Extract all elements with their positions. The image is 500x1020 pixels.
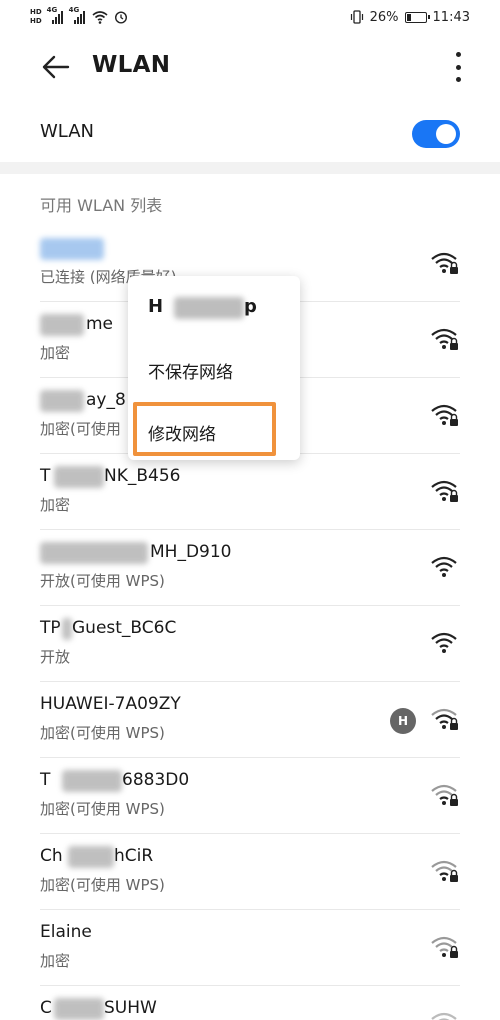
network-name-suffix: Guest_BC6C	[72, 618, 177, 638]
network-item[interactable]: TP Guest_BC6C 开放	[0, 606, 500, 682]
network-status: 加密(可使用	[40, 420, 121, 438]
more-dot-icon	[455, 64, 461, 70]
network-item[interactable]: C SUHW	[0, 986, 500, 1020]
wifi-lock-icon	[431, 784, 458, 806]
network-status: 加密(可使用 WPS)	[40, 876, 165, 894]
page-title: WLAN	[92, 52, 171, 78]
network-item[interactable]: Elaine 加密	[0, 910, 500, 986]
network-name-suffix: NK_B456	[104, 466, 181, 486]
forget-network-item[interactable]: 不保存网络	[148, 358, 233, 383]
back-arrow-icon	[42, 55, 70, 79]
network-name-prefix: C	[40, 998, 52, 1018]
network-name: me	[86, 314, 114, 334]
wifi-lock-icon	[431, 708, 458, 730]
network-item[interactable]: HUAWEI-7A09ZY 加密(可使用 WPS) H	[0, 682, 500, 758]
menu-header-suffix: p	[244, 296, 257, 317]
network-name-prefix: T	[40, 466, 51, 486]
network-name-prefix: Ch	[40, 846, 63, 866]
status-right: 26% 11:43	[350, 5, 470, 29]
wifi-lock-icon	[431, 936, 458, 958]
available-networks-title: 可用 WLAN 列表	[40, 196, 163, 215]
wlan-toggle-row[interactable]: WLAN	[0, 104, 500, 162]
network-item[interactable]: MH_D910 开放(可使用 WPS)	[0, 530, 500, 606]
network-item[interactable]: T NK_B456 加密	[0, 454, 500, 530]
wifi-lock-icon	[431, 480, 458, 502]
wlan-switch[interactable]	[412, 120, 460, 148]
modify-network-highlight	[133, 402, 276, 456]
wifi-status-icon	[92, 11, 108, 24]
network-status: 开放(可使用 WPS)	[40, 572, 165, 590]
network-status: 加密	[40, 344, 71, 362]
network-name: MH_D910	[150, 542, 232, 562]
network-status: 开放	[40, 648, 71, 666]
network-name-suffix: 6883D0	[122, 770, 190, 790]
wifi-lock-icon	[431, 860, 458, 882]
network-name-prefix: TP	[40, 618, 61, 638]
redacted-name	[40, 542, 148, 564]
redacted-name	[54, 998, 104, 1020]
hd-indicator: HD HD	[30, 8, 42, 25]
switch-knob	[436, 124, 456, 144]
network-status: 加密	[40, 952, 71, 970]
section-divider	[0, 162, 500, 174]
wifi-icon	[431, 556, 457, 577]
redacted-name	[40, 314, 84, 336]
wifi-icon	[431, 632, 457, 653]
more-dot-icon	[455, 52, 461, 57]
network-status: 加密(可使用 WPS)	[40, 724, 165, 742]
app-bar: WLAN	[0, 34, 500, 100]
redacted-name	[174, 297, 244, 319]
redacted-name	[68, 846, 114, 868]
more-options-button[interactable]	[452, 52, 464, 82]
redacted-name	[62, 618, 72, 640]
redacted-name	[54, 466, 104, 488]
huawei-share-icon: H	[390, 708, 416, 734]
network-item[interactable]: Ch hCiR 加密(可使用 WPS)	[0, 834, 500, 910]
wlan-toggle-label: WLAN	[40, 121, 95, 142]
network-name-suffix: SUHW	[104, 998, 157, 1018]
battery-percent: 26%	[369, 9, 399, 25]
wifi-lock-icon	[431, 252, 458, 274]
network-name: HUAWEI-7A09ZY	[40, 694, 181, 714]
redacted-name	[40, 238, 104, 260]
network-name: Elaine	[40, 922, 92, 942]
wifi-lock-icon	[431, 404, 458, 426]
wifi-lock-icon	[431, 1012, 457, 1020]
menu-header-prefix: H	[148, 296, 164, 317]
redacted-name	[62, 770, 122, 792]
signal-icon: 4G	[47, 6, 64, 24]
wifi-lock-icon	[431, 328, 458, 350]
signal-icon: 4G	[69, 6, 86, 24]
more-dot-icon	[455, 77, 461, 82]
battery-icon	[404, 11, 430, 23]
network-name-prefix: T	[40, 770, 51, 790]
alarm-icon	[114, 11, 127, 24]
network-name: ay_8	[86, 390, 126, 410]
status-left: HD HD 4G 4G	[30, 5, 128, 29]
network-item[interactable]: T 6883D0 加密(可使用 WPS)	[0, 758, 500, 834]
clock: 11:43	[432, 9, 470, 25]
vibrate-icon	[350, 10, 363, 24]
menu-header: H p	[148, 296, 258, 320]
network-status: 加密	[40, 496, 71, 514]
redacted-name	[40, 390, 84, 412]
network-status: 加密(可使用 WPS)	[40, 800, 165, 818]
network-name-suffix: hCiR	[114, 846, 154, 866]
back-button[interactable]	[38, 51, 72, 83]
status-bar: HD HD 4G 4G 26% 11:43	[0, 0, 500, 34]
